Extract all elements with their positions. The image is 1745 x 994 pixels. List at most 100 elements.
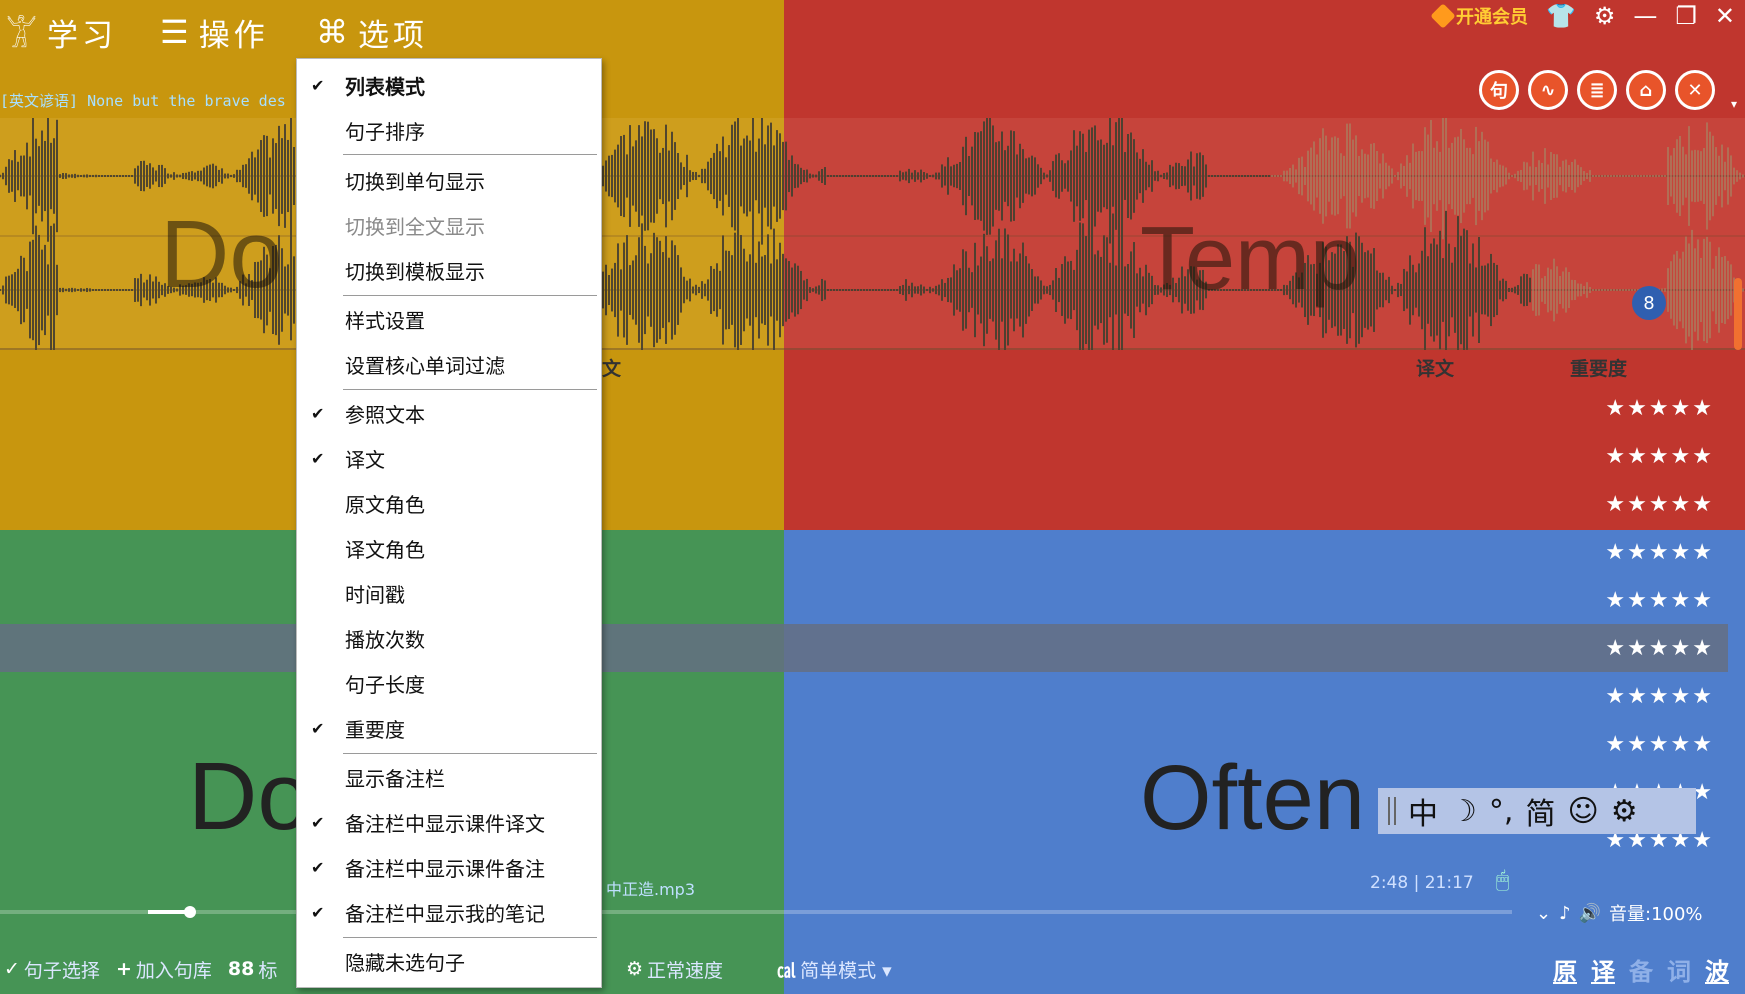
time-readout: 2:48 | 21:17 [1370,873,1474,893]
select-sentence-button[interactable]: ✓ 句子选择 [4,956,100,983]
table-row[interactable]: ★★★★★ [0,672,1728,720]
chevron-down-icon[interactable]: ▾ [1731,97,1737,111]
plus-icon: + [115,958,132,980]
ime-punctuation[interactable]: °, [1489,794,1514,829]
volume-label[interactable]: 音量:100% [1609,900,1703,926]
menu-item-translation[interactable]: ✔ 译文 [297,438,601,478]
menu-item-translation-role[interactable]: 译文角色 [297,528,601,568]
menu-item-template[interactable]: 切换到模板显示 [297,250,601,290]
reader-icon[interactable]: ≣ [1577,70,1617,110]
menu-item-importance[interactable]: ✔ 重要度 [297,708,601,748]
drag-handle[interactable] [1388,797,1396,825]
vip-button[interactable]: 开通会员 [1430,3,1528,29]
table-row[interactable]: ★★★★★ [0,432,1728,480]
wave-icon[interactable]: ∿ [1528,70,1568,110]
menu-item-notes-courseware-translation[interactable]: ✔ 备注栏中显示课件译文 [297,802,601,842]
ime-gear-icon[interactable]: ⚙ [1611,794,1638,829]
toggle-waveform[interactable]: 波 [1705,952,1729,987]
importance-stars[interactable]: ★★★★★ [1605,684,1714,709]
menu-item-core-word-filter[interactable]: 设置核心单词过滤 [297,344,601,384]
check-icon: ✔ [311,857,325,877]
mouse-icon[interactable]: 🖱 [1496,868,1509,893]
column-header-translation[interactable]: 译文 [1416,354,1454,381]
check-icon: ✔ [311,403,325,423]
menu-item-notes-my-notes[interactable]: ✔ 备注栏中显示我的笔记 [297,892,601,932]
importance-stars[interactable]: ★★★★★ [1605,588,1714,613]
speaker-icon[interactable]: 🔊 [1579,903,1601,924]
menu-item-hide-unselected[interactable]: 隐藏未选句子 [297,941,601,981]
home-icon[interactable]: ⌂ [1626,70,1666,110]
restore-icon[interactable]: ❐ [1675,2,1697,30]
table-row[interactable]: ★★★★★ [0,528,1728,576]
menu-operations[interactable]: ☰ 操作 [160,8,269,56]
ime-chinese-mode[interactable]: 中 [1408,789,1438,833]
menu-item-notes-courseware-notes[interactable]: ✔ 备注栏中显示课件备注 [297,847,601,887]
menu-item-sentence-length[interactable]: 句子长度 [297,663,601,703]
menu-item-original-role[interactable]: 原文角色 [297,483,601,523]
check-icon: ✔ [311,812,325,832]
volume-control: ⌄ ♪ 🔊 音量:100% [1536,900,1703,926]
moon-icon[interactable]: ☽ [1450,794,1477,829]
menu-options[interactable]: ⌘ 选项 [316,8,428,56]
menu-separator [343,753,597,754]
speed-label: 正常速度 [647,959,724,982]
bottom-toolbar-mid: ⚙ 正常速度 ㎈ 简单模式 ▾ [626,952,892,986]
progress-track[interactable] [0,910,1512,914]
menu-item-play-count[interactable]: 播放次数 [297,618,601,658]
bottom-toolbar-left: ✓ 句子选择 + 加入句库 88 标 [4,952,277,986]
menu-item-reference-text[interactable]: ✔ 参照文本 [297,393,601,433]
table-row[interactable]: ★★★★★ [0,576,1728,624]
column-header-original[interactable]: 文 [602,354,621,381]
toggle-words[interactable]: 词 [1667,952,1691,987]
add-to-library-button[interactable]: + 加入句库 [116,956,212,983]
menu-item-timestamp[interactable]: 时间戳 [297,573,601,613]
menu-options-label: 选项 [358,17,428,54]
add-to-library-label: 加入句库 [135,959,212,982]
importance-stars[interactable]: ★★★★★ [1605,492,1714,517]
toggle-notes[interactable]: 备 [1629,952,1653,987]
table-row[interactable]: ★★★★★ [0,480,1728,528]
table-row[interactable]: ★★★★★ [0,384,1728,432]
chevron-down-icon[interactable]: ⌄ [1536,903,1551,924]
table-row-selected[interactable]: ★★★★★ [0,624,1728,672]
emoji-icon[interactable]: ☺ [1567,794,1598,829]
proverb-ticker: [英文谚语] None but the brave des [0,90,286,111]
close-icon[interactable]: ✕ [1715,2,1735,30]
ime-simplified[interactable]: 简 [1525,789,1555,833]
importance-stars[interactable]: ★★★★★ [1605,444,1714,469]
toggle-translation[interactable]: 译 [1591,952,1615,987]
menu-item-list-mode[interactable]: ✔ 列表模式 [297,65,601,105]
sentence-icon[interactable]: 句 [1479,70,1519,110]
speed-button[interactable]: ⚙ 正常速度 [626,956,723,983]
scrollbar-thumb[interactable] [1734,278,1742,350]
chart-icon: ㎈ [777,959,797,982]
mode-label: 简单模式 ▾ [800,959,892,982]
mode-dropdown[interactable]: ㎈ 简单模式 ▾ [777,956,892,983]
select-sentence-label: 句子选择 [23,959,100,982]
diamond-icon [1430,3,1456,29]
importance-stars[interactable]: ★★★★★ [1605,636,1714,661]
progress-knob[interactable] [184,906,196,918]
importance-stars[interactable]: ★★★★★ [1605,396,1714,421]
importance-stars[interactable]: ★★★★★ [1605,732,1714,757]
minimize-icon[interactable]: — [1633,2,1657,30]
menu-learn[interactable]: 𓀠 学习 [6,8,117,56]
toggle-original[interactable]: 原 [1553,952,1577,987]
importance-stars[interactable]: ★★★★★ [1605,540,1714,565]
column-header-importance[interactable]: 重要度 [1570,354,1627,381]
skin-icon[interactable]: 👕 [1546,2,1576,30]
menu-item-single-sentence[interactable]: 切换到单句显示 [297,160,601,200]
mark-button[interactable]: 88 标 [228,956,277,983]
ime-toolbar: 中 ☽ °, 简 ☺ ⚙ [1378,788,1696,834]
menu-item-sort-sentences[interactable]: 句子排序 [297,110,601,150]
menu-item-full-text: 切换到全文显示 [345,214,485,239]
menu-item-show-notes[interactable]: 显示备注栏 [297,757,601,797]
menu-item-style-settings[interactable]: 样式设置 [297,299,601,339]
tools-icon[interactable]: ✕ [1675,70,1715,110]
vip-label: 开通会员 [1455,7,1528,28]
gear-icon: ⚙ [626,958,644,980]
music-note-icon[interactable]: ♪ [1559,903,1571,924]
menu-learn-label: 学习 [47,17,118,54]
count-badge: 8 [1632,286,1666,320]
settings-gear-icon[interactable]: ⚙ [1594,2,1616,30]
